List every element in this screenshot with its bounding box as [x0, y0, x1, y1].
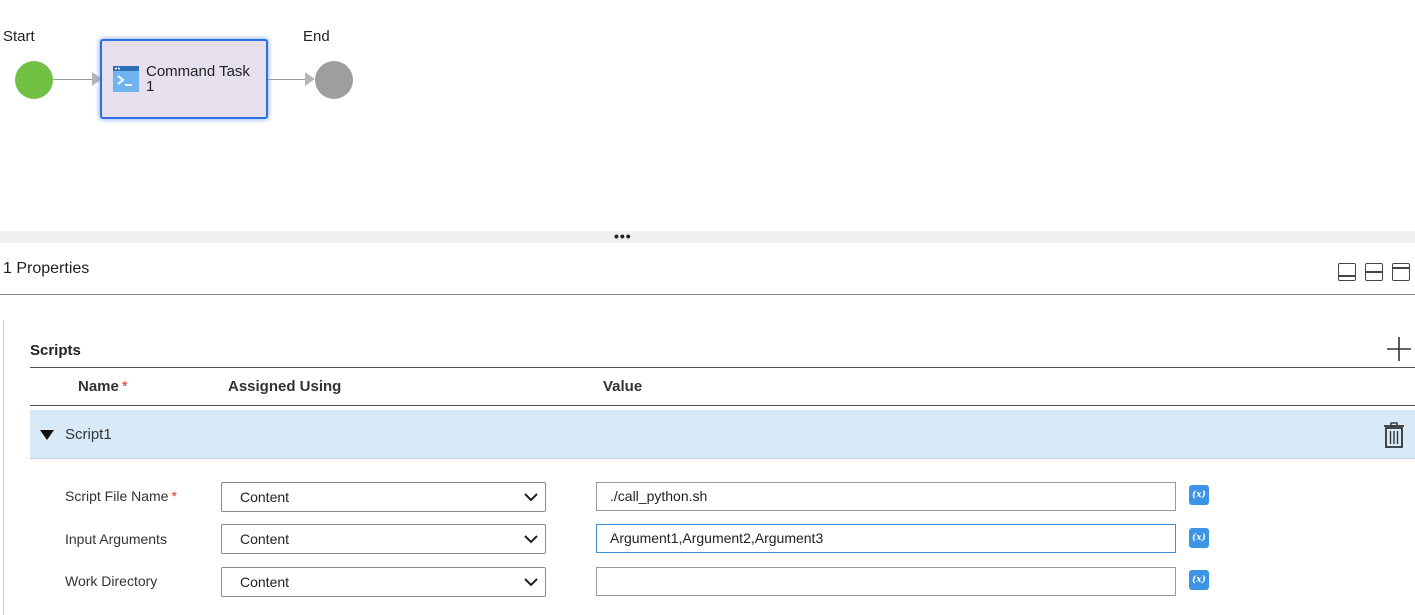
- drag-handle-icon[interactable]: •••: [614, 229, 632, 243]
- column-header-name[interactable]: Name *: [78, 378, 128, 395]
- field-label-work-directory: Work Directory: [65, 573, 158, 589]
- task-title-line2: 1: [146, 78, 155, 95]
- value-input-input-arguments[interactable]: Argument1,Argument2,Argument3: [596, 524, 1176, 553]
- command-task-node[interactable]: Command Task 1: [100, 39, 268, 119]
- properties-title: 1 Properties: [3, 260, 90, 277]
- connector-task-end: [268, 79, 308, 80]
- chevron-down-icon: [524, 493, 538, 502]
- value-input-script-file-name[interactable]: ./call_python.sh: [596, 482, 1176, 511]
- arrow-icon: [305, 72, 315, 86]
- end-node[interactable]: [315, 61, 353, 99]
- layout-bottom-panel-icon[interactable]: [1338, 263, 1356, 281]
- properties-divider: [0, 294, 1415, 295]
- left-border: [3, 320, 4, 615]
- column-header-value[interactable]: Value: [603, 378, 642, 395]
- assigned-using-select-script-file-name[interactable]: Content: [221, 482, 546, 512]
- connector-start-task: [53, 79, 95, 80]
- task-title-line1: Command Task: [146, 63, 250, 80]
- expression-icon[interactable]: (x): [1189, 570, 1209, 590]
- start-node[interactable]: [15, 61, 53, 99]
- plus-icon[interactable]: [1386, 336, 1412, 367]
- chevron-down-icon: [524, 578, 538, 587]
- terminal-icon: [113, 66, 139, 97]
- script-row[interactable]: Script1: [30, 410, 1415, 459]
- required-marker: *: [121, 378, 128, 395]
- columns-divider: [30, 405, 1415, 406]
- expression-icon[interactable]: (x): [1189, 528, 1209, 548]
- chevron-down-icon: [524, 535, 538, 544]
- layout-top-panel-icon[interactable]: [1392, 263, 1410, 281]
- end-label: End: [303, 28, 330, 45]
- caret-down-icon[interactable]: [40, 427, 54, 445]
- field-label-script-file-name: Script File Name *: [65, 488, 177, 504]
- layout-split-panel-icon[interactable]: [1365, 263, 1383, 281]
- script-name: Script1: [65, 426, 112, 443]
- assigned-using-select-input-arguments[interactable]: Content: [221, 524, 546, 554]
- value-input-work-directory[interactable]: [596, 567, 1176, 596]
- assigned-using-select-work-directory[interactable]: Content: [221, 567, 546, 597]
- trash-icon[interactable]: [1383, 422, 1405, 453]
- start-label: Start: [3, 28, 35, 45]
- scripts-header-divider: [30, 367, 1415, 368]
- required-marker: *: [171, 488, 177, 504]
- expression-icon[interactable]: (x): [1189, 485, 1209, 505]
- column-header-assigned-using[interactable]: Assigned Using: [228, 378, 341, 395]
- panel-splitter[interactable]: •••: [0, 229, 1415, 243]
- field-label-input-arguments: Input Arguments: [65, 531, 167, 547]
- scripts-section-title: Scripts: [30, 342, 81, 359]
